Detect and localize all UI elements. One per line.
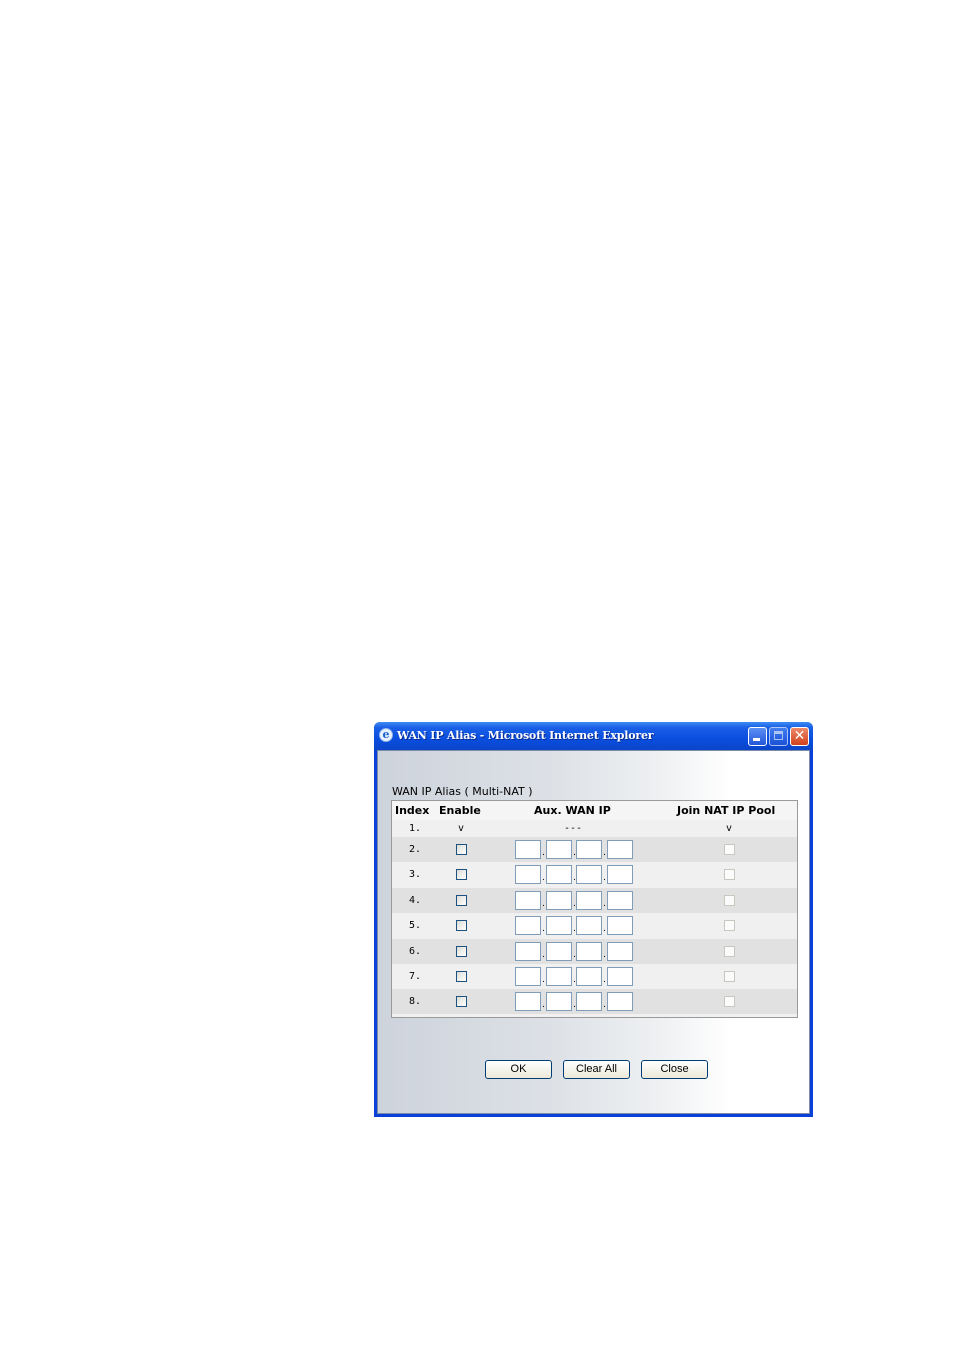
ip-octet-1-input[interactable] (515, 890, 541, 910)
internet-explorer-icon: e (379, 728, 393, 742)
wan-ip-alias-table: Index Enable Aux. WAN IP Join NAT IP Poo… (391, 800, 798, 1018)
join-nat-value: v (726, 823, 733, 834)
ip-octet-1-input[interactable] (515, 941, 541, 961)
table-row: 8.... (392, 989, 797, 1015)
clear-all-button[interactable]: Clear All (563, 1060, 630, 1079)
ip-octet-3-input[interactable] (576, 865, 602, 885)
join-nat-checkbox-disabled (724, 894, 735, 906)
ip-separator: . (603, 924, 606, 935)
close-icon: ✕ (793, 728, 806, 744)
ip-separator: . (542, 873, 545, 884)
join-nat-checkbox-disabled (724, 869, 735, 881)
ip-octet-3-input[interactable] (576, 840, 602, 859)
close-button[interactable]: Close (641, 1060, 708, 1079)
row-index: 2. (409, 844, 422, 855)
join-nat-checkbox-disabled (724, 844, 735, 855)
table-row: 7.... (392, 964, 797, 989)
ip-octet-2-input[interactable] (546, 890, 572, 910)
enable-checkbox[interactable] (456, 869, 467, 881)
page-content: WAN IP Alias ( Multi-NAT ) Index Enable … (377, 750, 810, 1114)
join-nat-checkbox-disabled (724, 920, 735, 932)
table-header: Index Enable Aux. WAN IP Join NAT IP Poo… (392, 801, 797, 820)
maximize-button[interactable] (769, 727, 788, 746)
col-index: Index (395, 804, 430, 817)
table-row: 5.... (392, 913, 797, 939)
col-aux-wan-ip: Aux. WAN IP (534, 804, 611, 817)
table-row: 3.... (392, 862, 797, 888)
ip-separator: . (603, 949, 606, 960)
ip-octet-1-input[interactable] (515, 967, 541, 986)
ip-octet-3-input[interactable] (576, 992, 602, 1012)
join-nat-checkbox-disabled (724, 971, 735, 982)
ip-octet-4-input[interactable] (607, 865, 633, 885)
enable-checkbox[interactable] (456, 996, 467, 1008)
row-index: 4. (409, 894, 422, 906)
ip-octet-3-input[interactable] (576, 967, 602, 986)
window-title: WAN IP Alias - Microsoft Internet Explor… (397, 729, 654, 742)
join-nat-checkbox-disabled (724, 996, 735, 1008)
enable-checkbox[interactable] (456, 844, 467, 855)
ip-octet-2-input[interactable] (546, 967, 572, 986)
ip-octet-4-input[interactable] (607, 941, 633, 961)
ip-separator: . (603, 848, 606, 858)
title-bar[interactable]: e WAN IP Alias - Microsoft Internet Expl… (374, 722, 813, 750)
ip-octet-2-input[interactable] (546, 992, 572, 1012)
ip-octet-1-input[interactable] (515, 840, 541, 859)
ip-octet-4-input[interactable] (607, 967, 633, 986)
ip-separator: . (603, 898, 606, 909)
ip-octet-1-input[interactable] (515, 992, 541, 1012)
enable-checkbox[interactable] (456, 945, 467, 957)
row-index: 7. (409, 971, 422, 982)
ip-separator: . (542, 975, 545, 985)
ip-separator: . (603, 873, 606, 884)
col-enable: Enable (439, 804, 481, 817)
col-join-nat-ip-pool: Join NAT IP Pool (677, 804, 776, 817)
table-row: 6.... (392, 938, 797, 964)
enable-checkbox[interactable] (456, 920, 467, 932)
ip-octet-1-input[interactable] (515, 916, 541, 936)
ie-popup-window: e WAN IP Alias - Microsoft Internet Expl… (374, 722, 813, 1117)
ip-octet-4-input[interactable] (607, 916, 633, 936)
ip-octet-4-input[interactable] (607, 840, 633, 859)
ip-octet-2-input[interactable] (546, 916, 572, 936)
ip-octet-2-input[interactable] (546, 840, 572, 859)
table-row: 4.... (392, 887, 797, 913)
ip-separator: . (603, 1000, 606, 1011)
window-close-button[interactable]: ✕ (790, 727, 809, 746)
minimize-button[interactable] (748, 727, 767, 746)
ip-separator: . (542, 924, 545, 935)
ip-octet-1-input[interactable] (515, 865, 541, 885)
row-index: 8. (409, 996, 422, 1008)
enable-checkbox[interactable] (456, 894, 467, 906)
aux-wan-ip-value: --- (564, 823, 583, 834)
minimize-icon (753, 738, 760, 741)
row-index: 3. (409, 869, 422, 881)
ip-octet-3-input[interactable] (576, 916, 602, 936)
join-nat-checkbox-disabled (724, 945, 735, 957)
row-index: 6. (409, 945, 422, 957)
ip-octet-4-input[interactable] (607, 992, 633, 1012)
table-row-1: 1. v --- v (392, 820, 797, 837)
ip-octet-2-input[interactable] (546, 865, 572, 885)
enable-checkbox[interactable] (456, 971, 467, 982)
table-row: 2.... (392, 837, 797, 862)
ok-button[interactable]: OK (485, 1060, 552, 1079)
ip-octet-3-input[interactable] (576, 890, 602, 910)
row-index: 1. (409, 823, 422, 834)
ip-octet-2-input[interactable] (546, 941, 572, 961)
row-index: 5. (409, 920, 422, 932)
ip-separator: . (542, 848, 545, 858)
ip-separator: . (542, 949, 545, 960)
page-heading: WAN IP Alias ( Multi-NAT ) (392, 785, 533, 798)
ip-octet-4-input[interactable] (607, 890, 633, 910)
ip-separator: . (542, 1000, 545, 1011)
enable-value: v (458, 823, 465, 834)
ip-separator: . (603, 975, 606, 985)
ip-separator: . (542, 898, 545, 909)
maximize-icon (774, 731, 783, 740)
ip-octet-3-input[interactable] (576, 941, 602, 961)
